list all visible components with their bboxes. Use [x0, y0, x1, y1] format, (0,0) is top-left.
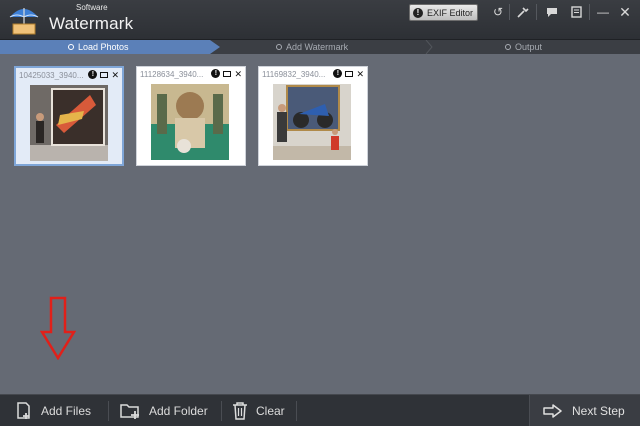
remove-photo-icon[interactable]: ✕	[234, 69, 242, 80]
chat-icon[interactable]	[543, 4, 561, 20]
step-label: Add Watermark	[286, 42, 349, 52]
divider	[108, 401, 109, 421]
step-dot-icon	[276, 44, 282, 50]
arrow-right-icon	[543, 404, 562, 418]
chevron-right-icon	[425, 40, 433, 54]
divider	[296, 401, 297, 421]
add-folder-icon	[120, 404, 139, 419]
restore-icon[interactable]	[345, 71, 354, 77]
photo-image	[273, 84, 351, 160]
exif-editor-button[interactable]: ! EXIF Editor	[409, 4, 478, 21]
photo-filename: 10425033_3940...	[19, 71, 84, 80]
info-icon[interactable]: !	[333, 69, 343, 78]
annotation-arrow-icon	[40, 296, 76, 360]
trash-icon	[233, 402, 247, 420]
restore-icon[interactable]	[100, 72, 109, 78]
document-icon[interactable]	[567, 4, 585, 20]
step-dot-icon	[505, 44, 511, 50]
add-folder-button[interactable]: Add Folder	[120, 395, 208, 426]
photo-image	[30, 85, 108, 161]
info-icon: !	[413, 7, 423, 18]
restore-icon[interactable]	[223, 71, 232, 77]
photo-workspace[interactable]: 10425033_3940... ! ✕ 11128634_3940... ! …	[0, 54, 640, 394]
photo-thumbnail[interactable]: 11169832_3940... ! ✕	[258, 66, 368, 166]
title-bar: Software Watermark ! EXIF Editor ↺ — ✕	[0, 0, 640, 40]
divider	[589, 4, 590, 20]
next-step-button[interactable]: Next Step	[529, 395, 640, 426]
tab-load-photos[interactable]: Load Photos	[68, 40, 129, 54]
photo-filename: 11169832_3940...	[262, 70, 326, 79]
add-files-label: Add Files	[41, 404, 92, 418]
photo-thumbnail[interactable]: 10425033_3940... ! ✕	[14, 66, 124, 166]
divider	[509, 4, 510, 20]
exif-editor-label: EXIF Editor	[427, 7, 474, 18]
minimize-icon[interactable]: —	[594, 4, 612, 20]
tab-output[interactable]: Output	[505, 40, 542, 54]
step-dot-icon	[68, 44, 74, 50]
add-files-button[interactable]: Add Files	[15, 395, 91, 426]
photo-image	[151, 84, 229, 160]
divider	[536, 4, 537, 20]
brand-title: Watermark	[49, 14, 134, 33]
undo-icon[interactable]: ↺	[489, 4, 507, 20]
step-label: Output	[515, 42, 543, 52]
brand-small-text: Software	[76, 3, 108, 12]
add-folder-label: Add Folder	[149, 404, 208, 418]
info-icon[interactable]: !	[88, 70, 98, 79]
bottom-toolbar: Add Files Add Folder Clear Next Step	[0, 394, 640, 426]
next-step-label: Next Step	[572, 404, 625, 418]
step-progress-bar: Load Photos Add Watermark Output	[0, 40, 640, 54]
step-label: Load Photos	[78, 42, 129, 52]
add-file-icon	[17, 402, 30, 419]
app-logo-icon	[9, 8, 39, 35]
tab-add-watermark[interactable]: Add Watermark	[276, 40, 348, 54]
wand-icon[interactable]	[514, 4, 532, 20]
photo-filename: 11128634_3940...	[140, 70, 204, 79]
close-icon[interactable]: ✕	[616, 4, 634, 20]
info-icon[interactable]: !	[211, 69, 221, 78]
clear-button[interactable]: Clear	[232, 395, 285, 426]
remove-photo-icon[interactable]: ✕	[111, 70, 119, 81]
divider	[221, 401, 222, 421]
remove-photo-icon[interactable]: ✕	[356, 69, 364, 80]
clear-label: Clear	[256, 404, 285, 418]
photo-thumbnail[interactable]: 11128634_3940... ! ✕	[136, 66, 246, 166]
